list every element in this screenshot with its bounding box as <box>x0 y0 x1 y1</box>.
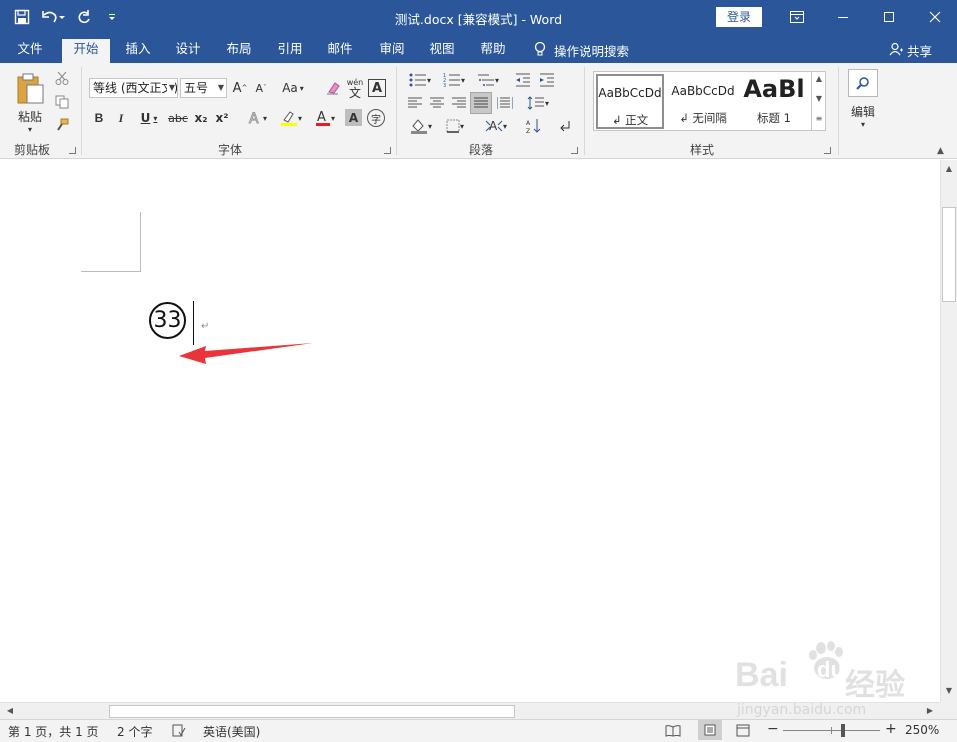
status-bar: 第 1 页，共 1 页 2 个字 英语(美国) − + 250% <box>0 719 957 742</box>
language-indicator[interactable]: 英语(美国) <box>203 723 260 740</box>
scroll-left-icon[interactable]: ◀ <box>2 706 18 715</box>
scroll-right-icon[interactable]: ▶ <box>922 706 938 715</box>
scrollbar-corner <box>940 702 957 719</box>
zoom-slider-center-tick <box>831 727 832 734</box>
scroll-up-icon[interactable]: ▲ <box>941 164 957 173</box>
watermark-jingyan: 经验 <box>845 668 905 703</box>
vertical-scrollbar[interactable]: ▲ ▼ <box>940 160 957 702</box>
horizontal-scroll-thumb[interactable] <box>109 705 515 718</box>
word-count[interactable]: 2 个字 <box>117 723 152 740</box>
print-layout-icon[interactable] <box>698 720 722 740</box>
scroll-down-icon[interactable]: ▼ <box>941 686 957 695</box>
zoom-in-icon[interactable]: + <box>885 721 897 737</box>
annotation-arrow <box>179 343 313 364</box>
web-layout-icon[interactable] <box>736 724 750 740</box>
zoom-out-icon[interactable]: − <box>767 721 779 737</box>
zoom-slider[interactable] <box>783 724 880 737</box>
proofing-icon[interactable] <box>172 724 186 740</box>
vertical-scroll-thumb[interactable] <box>942 207 956 302</box>
zoom-slider-thumb[interactable] <box>841 724 846 737</box>
watermark-du: du <box>817 657 844 682</box>
page-count[interactable]: 第 1 页，共 1 页 <box>8 723 99 740</box>
read-mode-icon[interactable] <box>665 724 681 740</box>
watermark-url: jingyan.baidu.com <box>737 702 867 718</box>
zoom-level[interactable]: 250% <box>905 723 939 737</box>
watermark-bai: Bai <box>735 656 788 694</box>
baidu-watermark: Bai du 经验 jingyan.baidu.com <box>733 640 908 722</box>
